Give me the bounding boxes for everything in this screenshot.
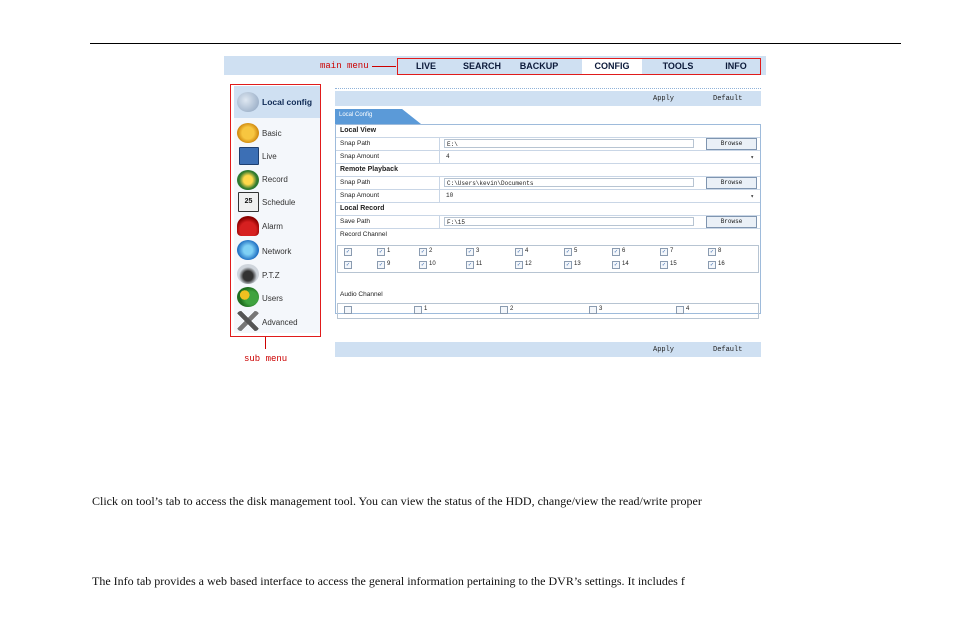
checkbox-icon[interactable]: ✓ [612, 261, 620, 269]
checkbox-icon[interactable]: ✓ [564, 248, 572, 256]
chevron-down-icon: ▾ [750, 193, 754, 200]
record-channel-grid [337, 245, 759, 273]
settings-panel: Local View Snap Path E:\ Browse Snap Amo… [335, 124, 761, 319]
row-audio-channel-title: Audio Channel [340, 291, 383, 298]
paragraph-info: The Info tab provides a web based interf… [92, 574, 685, 588]
section-local-record: Local Record [336, 203, 760, 216]
save-path-input[interactable]: F:\15 [444, 217, 694, 226]
row-remote-snap-amount: Snap Amount 10 ▾ [336, 190, 760, 203]
checkbox-icon[interactable]: ✓ [419, 261, 427, 269]
checkbox-icon[interactable]: ✓ [466, 261, 474, 269]
local-snap-amount-select[interactable]: 4 ▾ [444, 152, 758, 161]
config-content: Apply Default Local Config Local View Sn… [335, 88, 761, 358]
checkbox-icon[interactable]: ✓ [660, 248, 668, 256]
row-local-snap-amount: Snap Amount 4 ▾ [336, 151, 760, 164]
checkbox-icon[interactable]: ✓ [515, 248, 523, 256]
section-local-view: Local View [336, 125, 760, 138]
chevron-down-icon: ▾ [750, 154, 754, 161]
bottom-action-bar: Apply Default [335, 342, 761, 357]
section-remote-playback: Remote Playback [336, 164, 760, 177]
paragraph-tools: Click on tool’s tab to access the disk m… [92, 494, 702, 508]
sub-menu-annotation: sub menu [244, 354, 288, 364]
top-rule [90, 43, 901, 44]
remote-snap-path-input[interactable]: C:\Users\kevin\Documents [444, 178, 694, 187]
audio-channel-grid [337, 303, 759, 319]
tab-local-config-label: Local Config [339, 112, 373, 118]
top-action-bar: Apply Default [335, 91, 761, 106]
checkbox-icon[interactable] [414, 306, 422, 314]
checkbox-icon[interactable]: ✓ [708, 261, 716, 269]
checkbox-icon[interactable]: ✓ [344, 248, 352, 256]
checkbox-icon[interactable]: ✓ [377, 261, 385, 269]
checkbox-icon[interactable]: ✓ [708, 248, 716, 256]
checkbox-icon[interactable]: ✓ [466, 248, 474, 256]
apply-button-top[interactable]: Apply [653, 95, 674, 103]
browse-button-local-snap[interactable]: Browse [706, 138, 757, 150]
apply-button-bottom[interactable]: Apply [653, 346, 674, 354]
row-local-snap-path: Snap Path E:\ Browse [336, 138, 760, 151]
checkbox-icon[interactable]: ✓ [564, 261, 572, 269]
default-button-top[interactable]: Default [713, 95, 742, 103]
remote-snap-amount-select[interactable]: 10 ▾ [444, 191, 758, 200]
browse-button-save-path[interactable]: Browse [706, 216, 757, 228]
checkbox-icon[interactable]: ✓ [419, 248, 427, 256]
checkbox-icon[interactable] [344, 306, 352, 314]
main-menu-annotation-line [372, 66, 396, 67]
checkbox-icon[interactable] [676, 306, 684, 314]
checkbox-icon[interactable] [589, 306, 597, 314]
sub-menu-highlight-box [230, 84, 321, 337]
checkbox-icon[interactable]: ✓ [612, 248, 620, 256]
row-record-channel-title: Record Channel [340, 231, 387, 238]
browse-button-remote-snap[interactable]: Browse [706, 177, 757, 189]
checkbox-icon[interactable]: ✓ [515, 261, 523, 269]
local-snap-path-input[interactable]: E:\ [444, 139, 694, 148]
main-menu-highlight-box [397, 58, 761, 75]
row-save-path: Save Path F:\15 Browse [336, 216, 760, 229]
default-button-bottom[interactable]: Default [713, 346, 742, 354]
main-menu-annotation: main menu [320, 61, 369, 71]
checkbox-icon[interactable]: ✓ [344, 261, 352, 269]
content-dotted-rule [335, 88, 761, 89]
checkbox-icon[interactable]: ✓ [660, 261, 668, 269]
checkbox-icon[interactable]: ✓ [377, 248, 385, 256]
sub-menu-annotation-line [265, 337, 266, 349]
row-remote-snap-path: Snap Path C:\Users\kevin\Documents Brows… [336, 177, 760, 190]
checkbox-icon[interactable] [500, 306, 508, 314]
dvr-web-screenshot: main menu LIVE SEARCH BACKUP CONFIG TOOL… [224, 56, 766, 364]
